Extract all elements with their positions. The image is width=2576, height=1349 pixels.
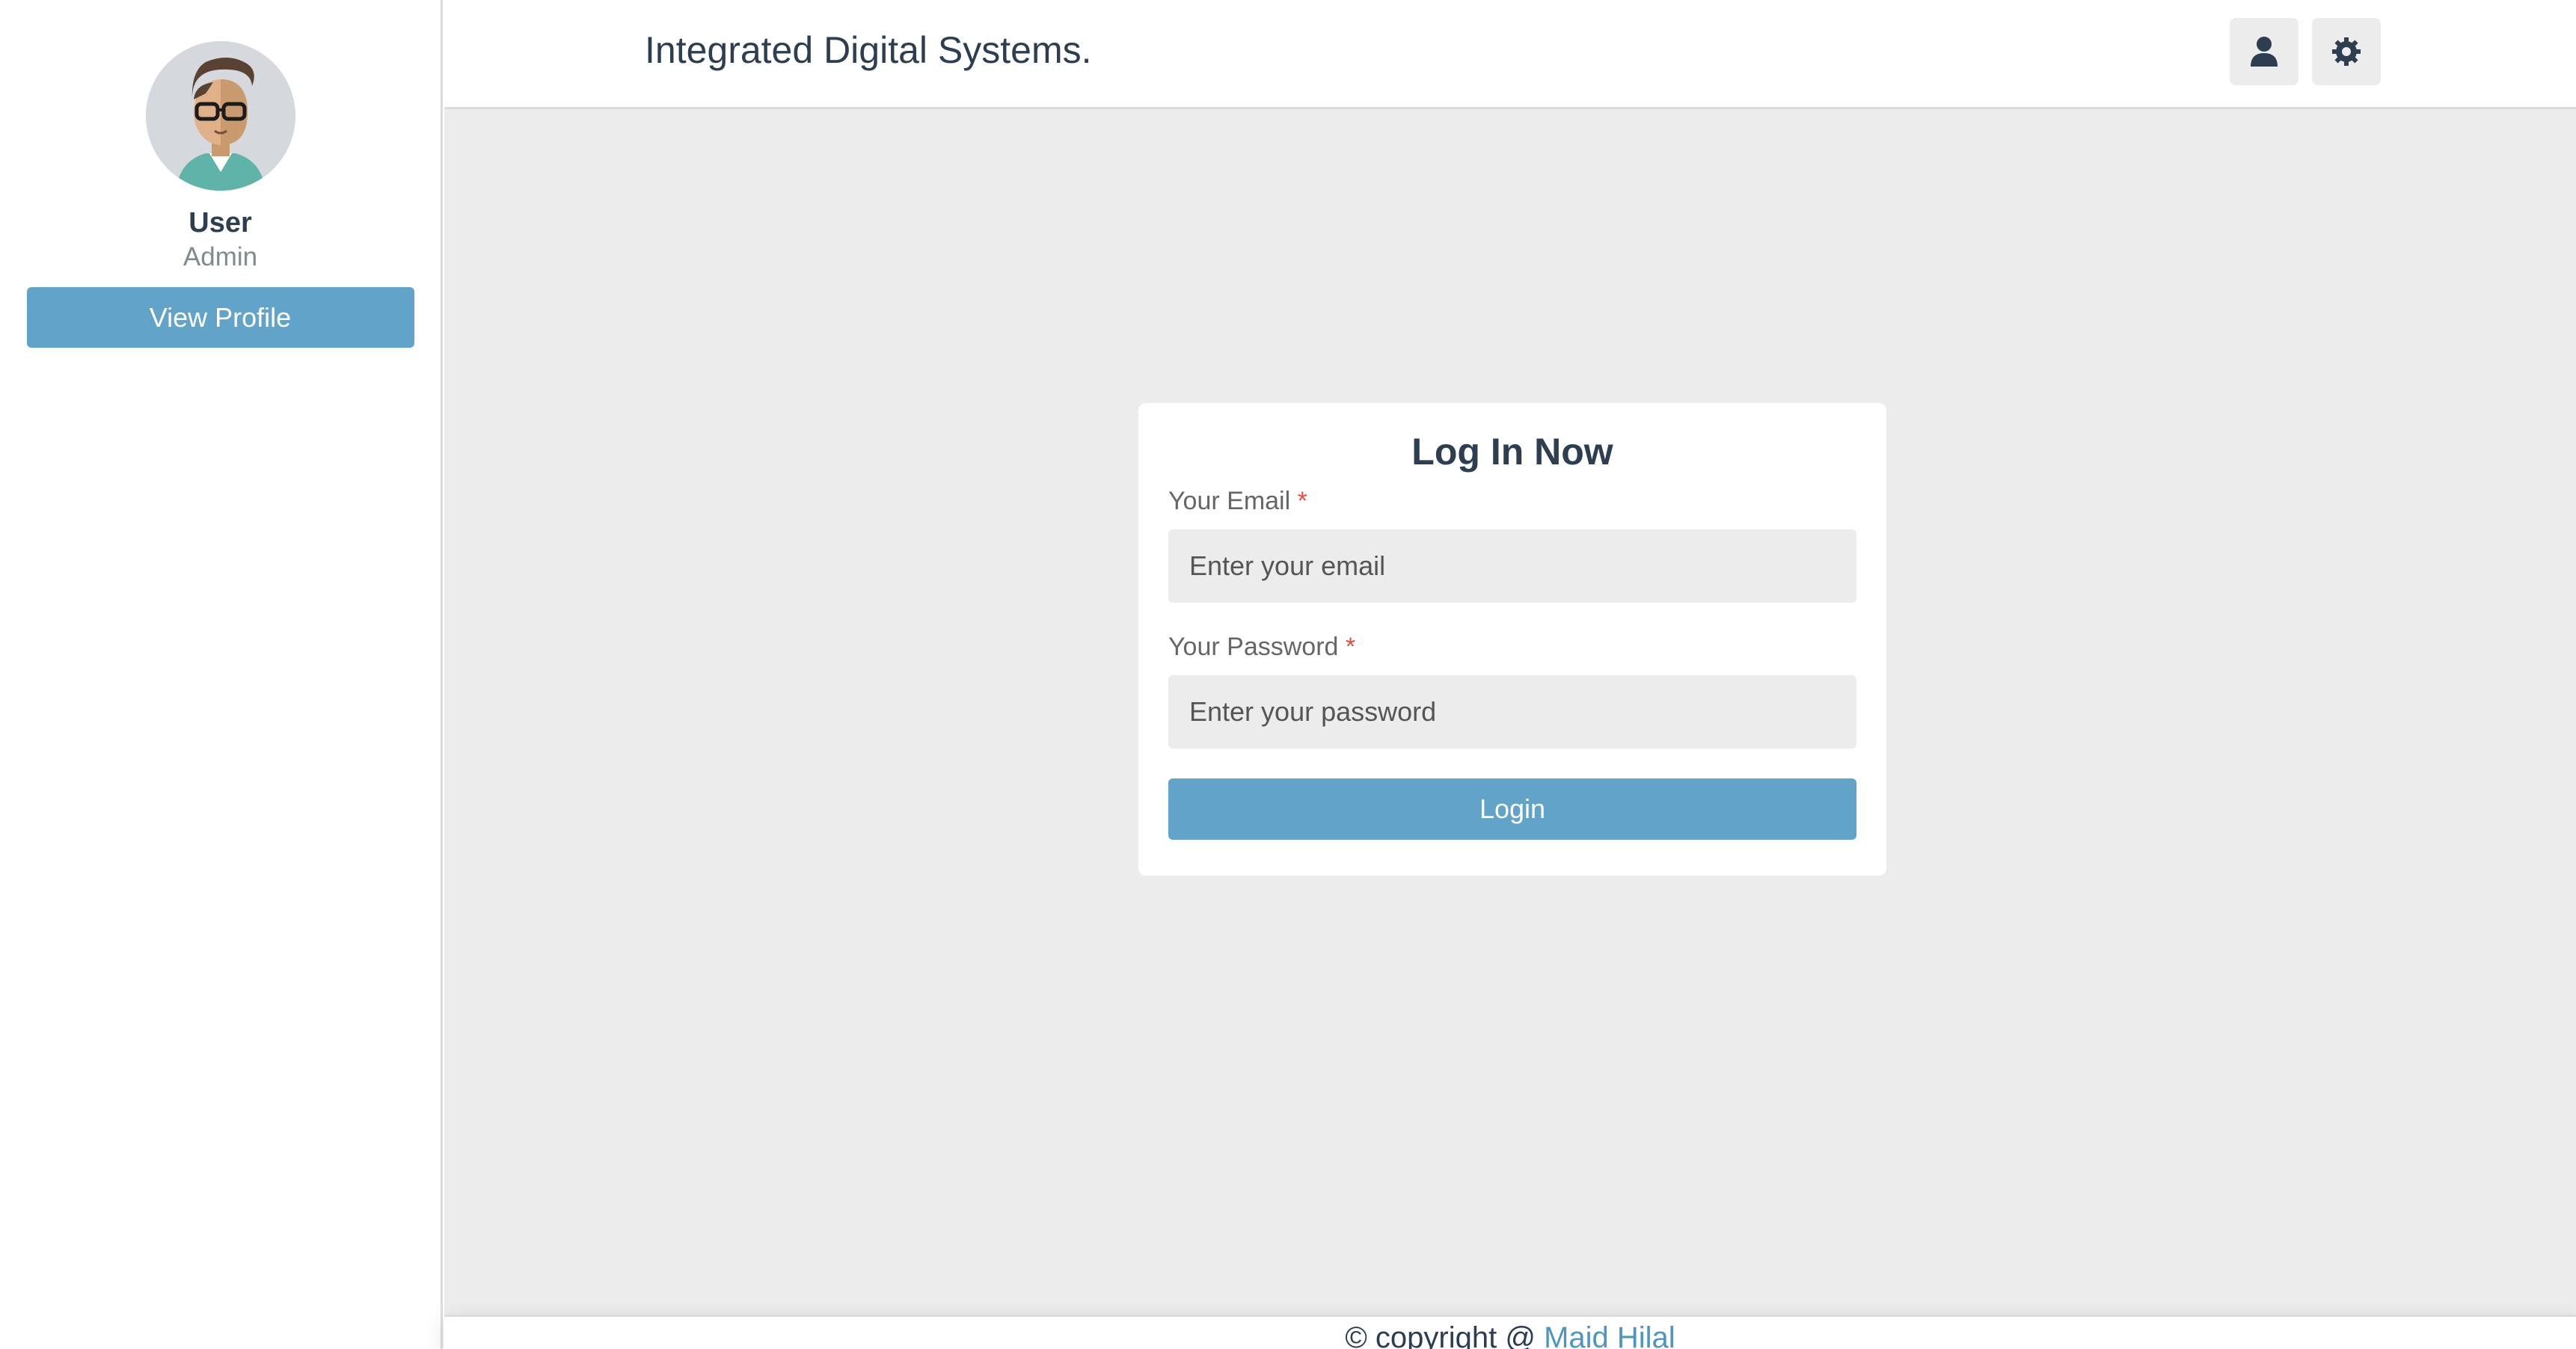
profile-name: User — [188, 207, 252, 239]
sidebar: User Admin View Profile — [0, 0, 443, 1349]
copyright-text: © copyright @ — [1345, 1321, 1545, 1349]
login-button[interactable]: Login — [1168, 778, 1856, 840]
user-icon — [2251, 37, 2278, 67]
header: Integrated Digital Systems. — [444, 0, 2576, 109]
profile-role: Admin — [183, 242, 258, 271]
view-profile-button[interactable]: View Profile — [26, 287, 414, 348]
password-label-text: Your Password — [1168, 633, 1339, 661]
brand-title: Integrated Digital Systems. — [645, 29, 1092, 71]
email-label: Your Email * — [1168, 487, 1856, 516]
required-mark: * — [1297, 487, 1307, 515]
required-mark: * — [1345, 633, 1356, 661]
password-label: Your Password * — [1168, 633, 1856, 662]
user-button[interactable] — [2230, 18, 2299, 85]
email-label-text: Your Email — [1168, 487, 1291, 515]
login-form: Log In Now Your Email * Your Password * … — [1138, 403, 1886, 876]
author-link[interactable]: Maid Hilal — [1544, 1321, 1675, 1349]
email-field[interactable] — [1168, 529, 1856, 603]
footer: © copyright @ Maid Hilal — [444, 1315, 2576, 1349]
avatar-illustration — [145, 41, 295, 191]
avatar — [145, 41, 295, 191]
main-content: Log In Now Your Email * Your Password * … — [444, 109, 2576, 1315]
gear-icon — [2332, 37, 2361, 66]
settings-button[interactable] — [2312, 18, 2381, 85]
password-field[interactable] — [1168, 675, 1856, 749]
login-title: Log In Now — [1411, 431, 1613, 473]
